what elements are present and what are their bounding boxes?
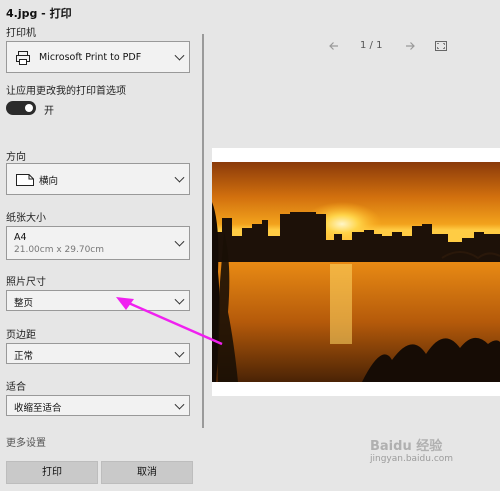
paper-size-value: A4: [14, 232, 27, 243]
fit-select[interactable]: 收缩至适合: [6, 395, 190, 416]
window-title: 4.jpg - 打印: [6, 7, 72, 20]
baidu-watermark: Baidu 经验 jingyan.baidu.com: [370, 435, 453, 464]
orientation-value: 横向: [39, 176, 59, 187]
sunset-photo: [212, 162, 500, 382]
fit-label: 适合: [6, 382, 26, 393]
chevron-down-icon: [174, 236, 185, 247]
app-prefs-label: 让应用更改我的打印首选项: [6, 86, 126, 97]
page-indicator: 1 / 1: [360, 40, 383, 51]
arrow-right-icon[interactable]: [404, 40, 416, 52]
margins-label: 页边距: [6, 330, 36, 341]
chevron-down-icon: [174, 172, 185, 183]
photo-size-value: 整页: [14, 298, 34, 309]
orientation-select[interactable]: 横向: [6, 163, 190, 195]
paper-size-dimensions: 21.00cm x 29.70cm: [14, 245, 105, 255]
printer-label: 打印机: [6, 28, 36, 39]
cancel-button[interactable]: 取消: [101, 461, 193, 484]
paper-size-select[interactable]: A4 21.00cm x 29.70cm: [6, 226, 190, 260]
paper-size-label: 纸张大小: [6, 213, 46, 224]
orientation-label: 方向: [6, 152, 26, 163]
print-preview-page: [212, 148, 500, 396]
printer-icon: [16, 51, 30, 65]
watermark-brand: Baidu 经验: [370, 439, 443, 454]
printer-select[interactable]: Microsoft Print to PDF: [6, 41, 190, 73]
more-settings-link[interactable]: 更多设置: [6, 434, 46, 449]
toggle-state-label: 开: [44, 106, 54, 117]
app-prefs-toggle[interactable]: [6, 101, 36, 115]
margins-value: 正常: [14, 351, 34, 362]
watermark-url: jingyan.baidu.com: [370, 454, 454, 464]
printer-value: Microsoft Print to PDF: [39, 52, 142, 63]
annotation-arrow: [116, 297, 223, 346]
landscape-page-icon: [16, 174, 34, 186]
fit-to-window-icon[interactable]: [434, 40, 448, 52]
photo-size-label: 照片尺寸: [6, 277, 46, 288]
chevron-down-icon: [174, 50, 185, 61]
print-button[interactable]: 打印: [6, 461, 98, 484]
chevron-down-icon: [174, 399, 185, 410]
toggle-knob: [25, 104, 33, 112]
arrow-left-icon[interactable]: [328, 40, 340, 52]
fit-value: 收缩至适合: [14, 403, 62, 414]
panel-divider: [202, 34, 204, 428]
